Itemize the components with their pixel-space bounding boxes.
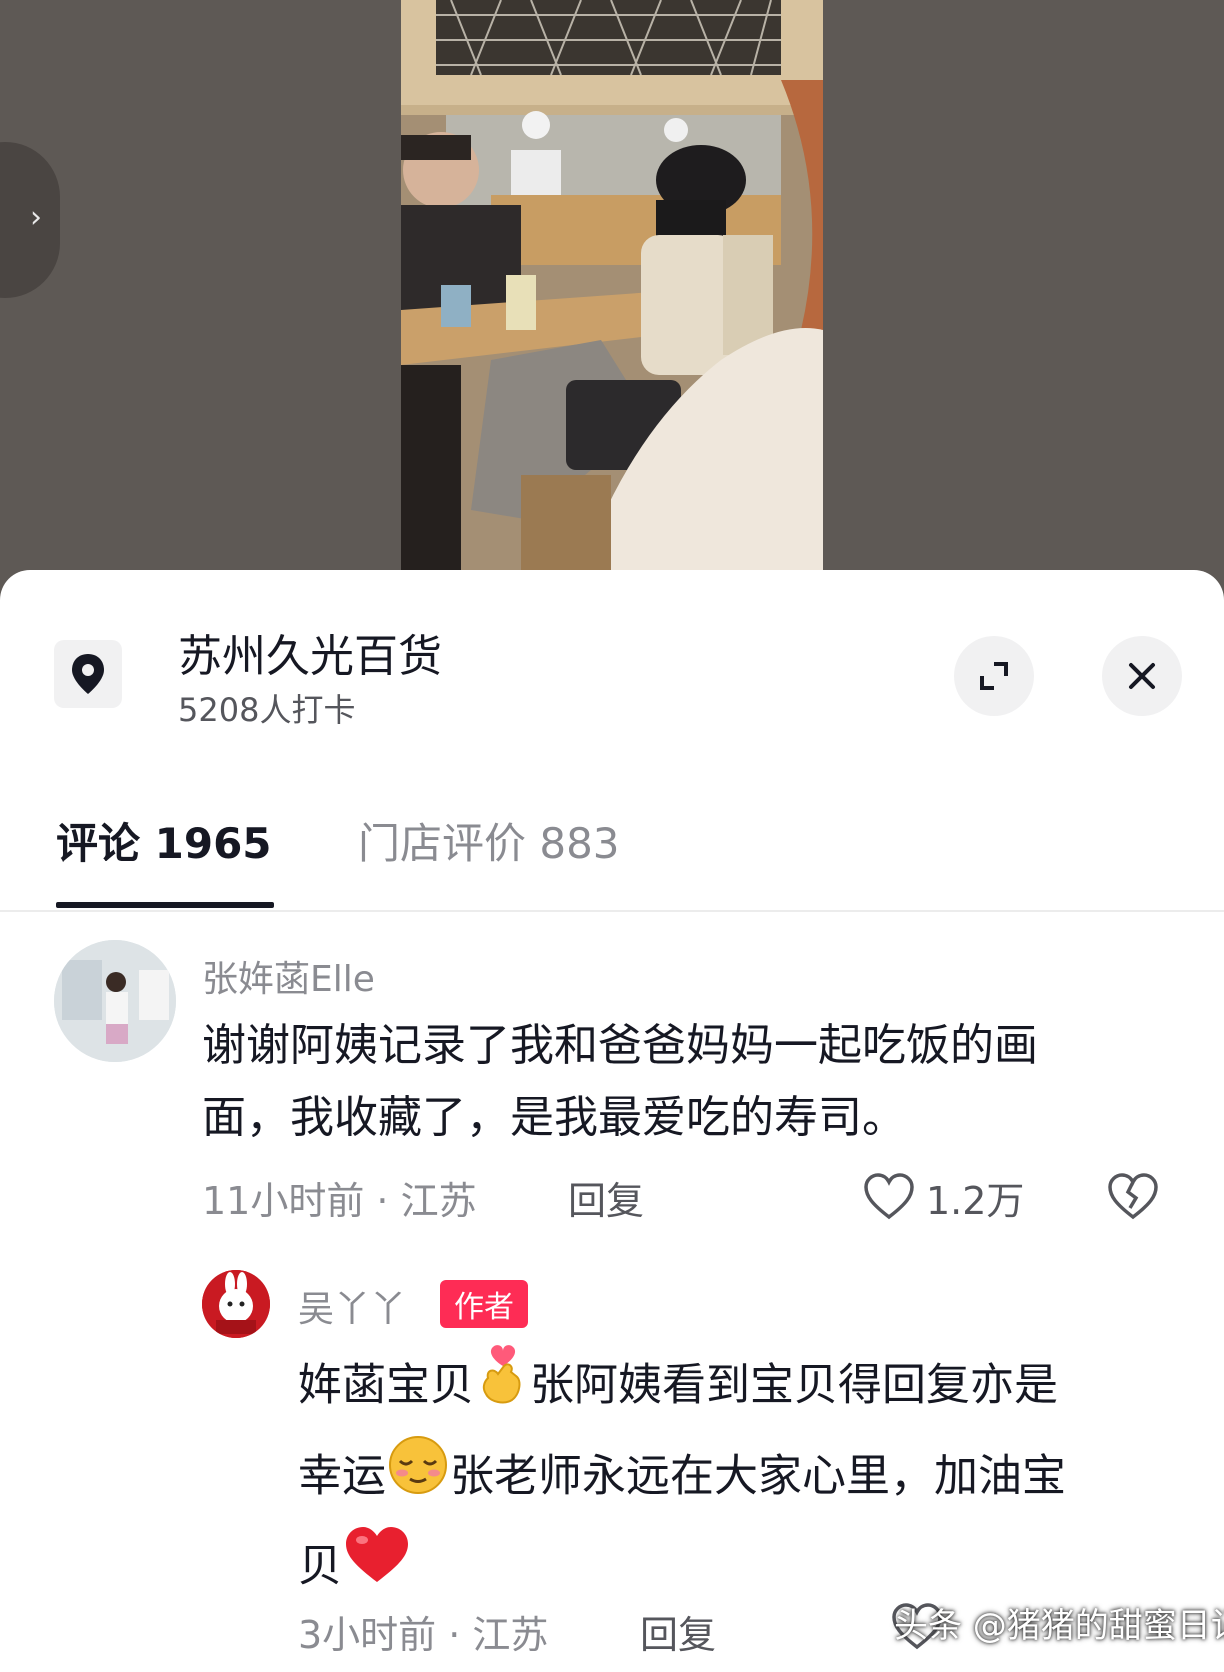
expand-icon	[980, 662, 1008, 690]
reply-text-segment: 贝	[298, 1540, 342, 1592]
reply-text-segment: 张阿姨看到宝贝得回复亦是	[530, 1359, 1058, 1411]
tab-comments[interactable]: 评论 1965	[56, 810, 272, 871]
tab-divider	[0, 910, 1224, 912]
reply-text: 姩菡宝贝 张阿姨看到宝贝得回复亦是 幸运 张老师永远在大家心里，加油宝 贝	[298, 1342, 1198, 1613]
broken-heart-icon[interactable]	[1106, 1170, 1160, 1224]
expand-button[interactable]	[954, 636, 1034, 716]
location-pin-icon	[54, 640, 122, 708]
comment-meta: 11小时前 · 江苏	[202, 1179, 477, 1223]
close-icon	[1129, 663, 1155, 689]
red-heart-emoji	[342, 1524, 412, 1613]
restaurant-photo-illustration	[401, 0, 823, 570]
comment-text-line: 谢谢阿姨记录了我和爸爸妈妈一起吃饭的画	[202, 1020, 1038, 1071]
previous-panel-button[interactable]: ›	[0, 142, 60, 298]
reply-username[interactable]: 吴丫丫	[298, 1280, 406, 1332]
comment-text-line: 面，我收藏了，是我最爱吃的寿司。	[202, 1092, 906, 1143]
like-count: 1.2万	[926, 1179, 1025, 1223]
reply-text-segment: 张老师永远在大家心里，加油宝	[450, 1450, 1066, 1502]
comment-username[interactable]: 张姩菡Elle	[202, 950, 375, 1002]
reply-button[interactable]: 回复	[640, 1604, 716, 1659]
avatar[interactable]	[54, 940, 176, 1062]
avatar[interactable]	[202, 1270, 270, 1338]
location-title[interactable]: 苏州久光百货	[178, 620, 442, 684]
author-badge: 作者	[440, 1280, 528, 1328]
finger-heart-emoji	[474, 1342, 530, 1433]
video-area[interactable]: ›	[0, 0, 1224, 600]
reply-text-segment: 姩菡宝贝	[298, 1359, 474, 1411]
close-button[interactable]	[1102, 636, 1182, 716]
active-tab-indicator	[56, 902, 274, 908]
shy-smile-emoji	[386, 1433, 450, 1524]
reply-meta: 3小时前 · 江苏	[298, 1613, 549, 1657]
tab-store-reviews[interactable]: 门店评价 883	[358, 810, 620, 871]
checkin-count: 5208人打卡	[178, 691, 356, 729]
comment-text: 谢谢阿姨记录了我和爸爸妈妈一起吃饭的画 面，我收藏了，是我最爱吃的寿司。	[202, 1010, 1192, 1154]
reply-button[interactable]: 回复	[568, 1170, 644, 1225]
chevron-right-icon: ›	[30, 200, 42, 235]
reply-text-segment: 幸运	[298, 1450, 386, 1502]
watermark: 头条 @猪猪的甜蜜日记	[894, 1606, 1224, 1646]
restaurant-photo	[401, 0, 823, 570]
heart-icon[interactable]	[862, 1170, 916, 1224]
